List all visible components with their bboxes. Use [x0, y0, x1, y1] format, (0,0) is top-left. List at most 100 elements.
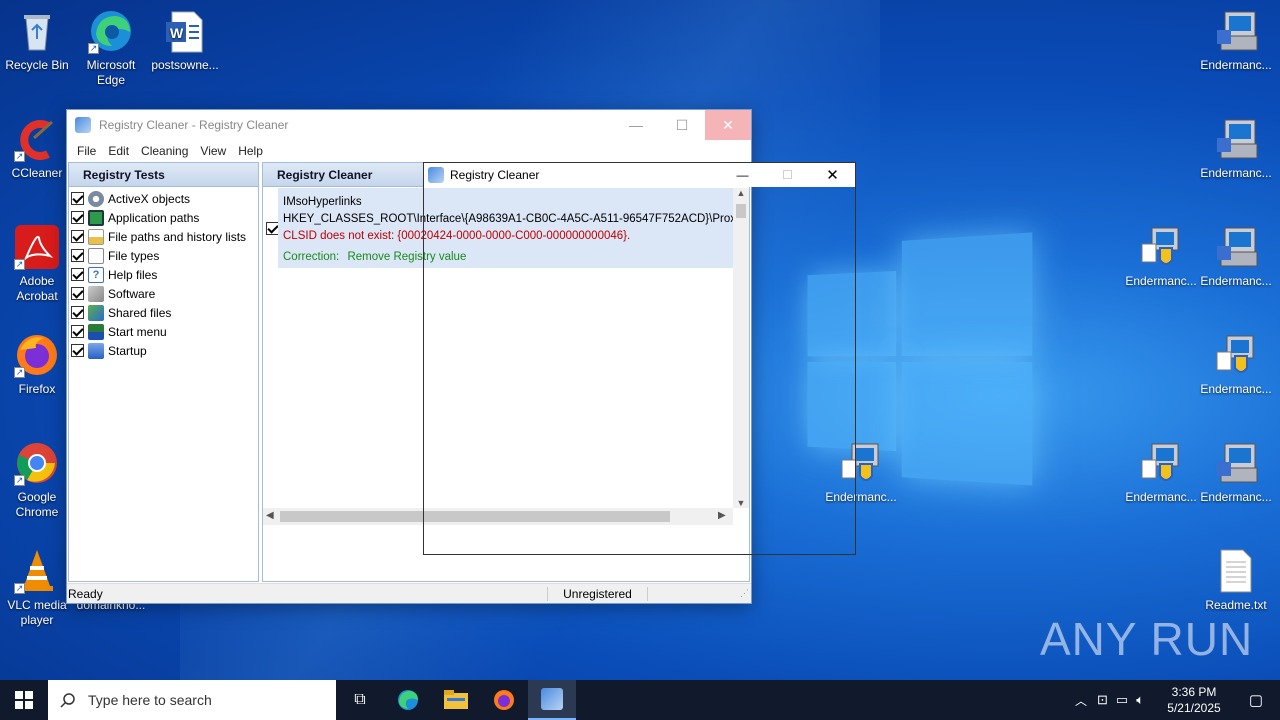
help-icon: ?	[88, 266, 104, 283]
desktop-icon-chrome[interactable]: ↗ Google Chrome	[0, 440, 75, 520]
main-window-titlebar[interactable]: Registry Cleaner - Registry Cleaner — ☐ …	[67, 110, 751, 140]
monitor-icon[interactable]: ▭	[1116, 692, 1128, 708]
checkbox[interactable]	[71, 249, 84, 262]
test-item-file-types[interactable]: File types	[69, 246, 258, 265]
shared-icon	[88, 304, 104, 321]
desktop-icon-label: Endermanc...	[1200, 382, 1272, 396]
desktop-icon-word-doc[interactable]: W postsowne...	[147, 8, 223, 73]
clock[interactable]: 3:36 PM 5/21/2025	[1156, 684, 1232, 716]
menu-bar: File Edit Cleaning View Help	[67, 140, 751, 162]
checkbox[interactable]	[71, 230, 84, 243]
installer-shield-icon	[1138, 224, 1184, 270]
dialog-close-button[interactable]: ✕	[810, 166, 855, 184]
menu-cleaning[interactable]: Cleaning	[135, 144, 194, 158]
desktop-icon-label: Microsoft Edge	[86, 58, 136, 87]
installer-computer-icon	[1213, 224, 1259, 270]
edge-icon: ↗	[88, 8, 134, 54]
taskbar-registry-cleaner[interactable]	[528, 680, 576, 720]
resize-grip-icon[interactable]: ⋰	[740, 588, 749, 599]
windows-logo-icon	[15, 691, 33, 709]
test-item-app-paths[interactable]: Application paths	[69, 208, 258, 227]
desktop-icon-endermanch-2[interactable]: Endermanc...	[1198, 116, 1274, 181]
desktop-icon-edge[interactable]: ↗ Microsoft Edge	[73, 8, 149, 88]
test-item-help-files[interactable]: ? Help files	[69, 265, 258, 284]
desktop-icon-recycle-bin[interactable]: Recycle Bin	[0, 8, 75, 73]
checkbox[interactable]	[71, 211, 84, 224]
taskbar-file-explorer[interactable]	[432, 680, 480, 720]
test-item-activex[interactable]: ActiveX objects	[69, 189, 258, 208]
task-view-button[interactable]: ⧉	[336, 680, 384, 720]
shortcut-arrow-icon: ↗	[14, 259, 25, 270]
taskbar: Type here to search ⧉ ︿ ⊡ ▭ 🔈︎ 3:36 PM 5…	[0, 680, 1280, 720]
checkbox[interactable]	[71, 268, 84, 281]
firefox-icon	[494, 690, 514, 710]
desktop-icon-label: CCleaner	[11, 166, 63, 180]
test-item-startup[interactable]: Startup	[69, 341, 258, 360]
maximize-button[interactable]: ☐	[659, 110, 705, 140]
document-icon	[88, 247, 104, 264]
desktop-icon-endermanch-3[interactable]: Endermanc...	[1123, 224, 1199, 289]
chevron-up-icon[interactable]: ︿	[1075, 692, 1087, 709]
dialog-titlebar[interactable]: Registry Cleaner — ☐ ✕	[424, 163, 855, 187]
ccleaner-icon: ↗	[14, 116, 60, 162]
dialog-minimize-button[interactable]: —	[720, 168, 765, 182]
installer-computer-icon	[1213, 8, 1259, 54]
menu-edit[interactable]: Edit	[102, 144, 135, 158]
network-icon[interactable]: ⊡	[1097, 692, 1108, 708]
anyrun-watermark: ANY RUN	[1040, 613, 1254, 665]
search-placeholder: Type here to search	[88, 692, 212, 708]
taskbar-search-box[interactable]: Type here to search	[48, 680, 336, 720]
registry-cleaner-app-icon	[428, 167, 444, 183]
scroll-left-arrow-icon[interactable]: ◀	[266, 510, 274, 521]
test-item-shared-files[interactable]: Shared files	[69, 303, 258, 322]
status-bar: Ready Unregistered ⋰	[67, 583, 751, 603]
checkbox[interactable]	[71, 344, 84, 357]
taskbar-firefox[interactable]	[480, 680, 528, 720]
startup-icon	[88, 342, 104, 359]
desktop-icon-firefox[interactable]: ↗ Firefox	[0, 332, 75, 397]
checkbox[interactable]	[71, 287, 84, 300]
desktop-icon-label: Adobe Acrobat	[16, 274, 58, 303]
desktop-icon-acrobat[interactable]: ↗ Adobe Acrobat	[0, 224, 75, 304]
desktop-icon-label: postsowne...	[151, 58, 219, 72]
firefox-icon: ↗	[14, 332, 60, 378]
desktop-icon-label: Endermanc...	[1200, 166, 1272, 180]
checkbox[interactable]	[71, 306, 84, 319]
edge-icon	[398, 690, 418, 710]
start-button[interactable]	[0, 680, 48, 720]
desktop-icon-label: Endermanc...	[1200, 274, 1272, 288]
desktop-icon-endermanch-7[interactable]: Endermanc...	[1198, 440, 1274, 505]
menu-file[interactable]: File	[71, 144, 102, 158]
dialog-maximize-button[interactable]: ☐	[765, 168, 810, 182]
menu-help[interactable]: Help	[232, 144, 269, 158]
menu-view[interactable]: View	[194, 144, 232, 158]
test-item-start-menu[interactable]: Start menu	[69, 322, 258, 341]
close-button[interactable]: ✕	[705, 110, 751, 140]
volume-icon[interactable]: 🔈︎	[1136, 692, 1144, 708]
desktop-icon-label: Endermanc...	[1125, 274, 1197, 288]
recycle-bin-icon	[14, 8, 60, 54]
desktop-icon-endermanch-6[interactable]: Endermanc...	[1123, 440, 1199, 505]
minimize-button[interactable]: —	[613, 110, 659, 140]
adobe-acrobat-icon: ↗	[14, 224, 60, 270]
test-item-file-paths[interactable]: File paths and history lists	[69, 227, 258, 246]
desktop-icon-vlc[interactable]: ↗ VLC media player	[0, 548, 75, 628]
desktop-icon-endermanch-1[interactable]: Endermanc...	[1198, 8, 1274, 73]
desktop-icon-readme[interactable]: Readme.txt	[1198, 548, 1274, 613]
taskbar-edge[interactable]	[384, 680, 432, 720]
registry-cleaner-dialog[interactable]: Registry Cleaner — ☐ ✕	[423, 162, 856, 555]
checkbox[interactable]	[71, 325, 84, 338]
desktop-icon-label: VLC media player	[7, 598, 67, 627]
registry-tests-header: Registry Tests	[69, 163, 258, 187]
folder-doc-icon	[88, 228, 104, 245]
test-item-software[interactable]: Software	[69, 284, 258, 303]
checkbox[interactable]	[71, 192, 84, 205]
registry-cleaner-app-icon	[541, 688, 563, 710]
gear-icon	[88, 190, 104, 207]
notifications-button[interactable]: ▢	[1232, 680, 1280, 720]
shortcut-arrow-icon: ↗	[14, 475, 25, 486]
status-registration: Unregistered	[548, 586, 648, 601]
desktop-icon-ccleaner[interactable]: ↗ CCleaner	[0, 116, 75, 181]
desktop-icon-endermanch-5[interactable]: Endermanc...	[1198, 332, 1274, 397]
desktop-icon-endermanch-4[interactable]: Endermanc...	[1198, 224, 1274, 289]
